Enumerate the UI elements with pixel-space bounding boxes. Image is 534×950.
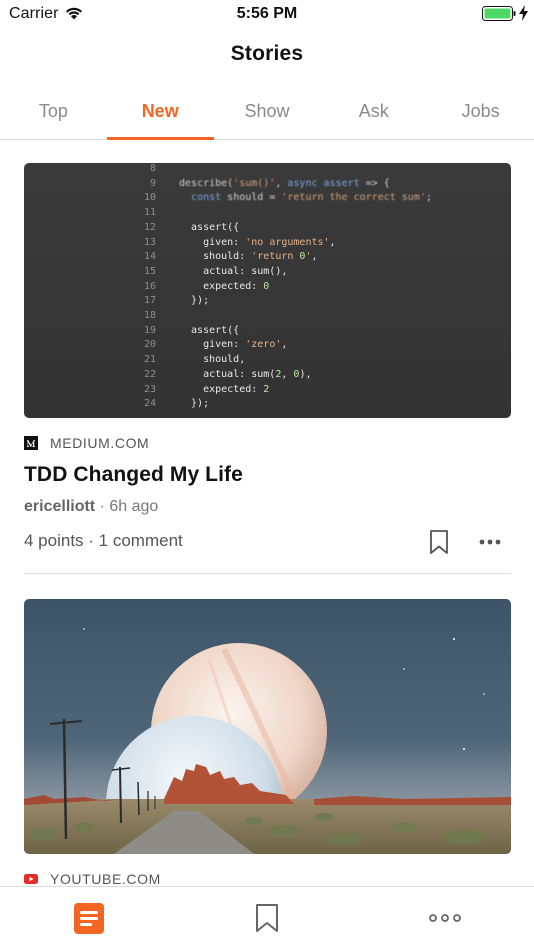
medium-logo-icon: [24, 436, 38, 450]
code-line-text: expected: 0: [179, 280, 270, 292]
story-card[interactable]: YOUTUBE.COM: [24, 599, 511, 886]
code-line-number: 15: [144, 265, 157, 277]
tab-jobs[interactable]: Jobs: [427, 88, 534, 139]
code-line-text: assert({: [179, 324, 240, 336]
story-thumbnail[interactable]: [24, 599, 511, 854]
story-comments: 1 comment: [98, 531, 183, 550]
code-line-number: 24: [144, 398, 157, 410]
source-domain: YOUTUBE.COM: [50, 871, 161, 886]
stats-separator: ·: [88, 531, 99, 550]
page-title: Stories: [230, 42, 304, 65]
code-line-text: assert({: [179, 221, 240, 233]
more-icon[interactable]: [429, 913, 461, 923]
bookmark-icon[interactable]: [255, 903, 279, 933]
battery-icon: [482, 6, 516, 21]
code-line-number: 13: [144, 236, 157, 248]
code-line-number: 21: [144, 354, 157, 366]
code-line-number: 16: [144, 280, 157, 292]
category-tabs: Top New Show Ask Jobs: [0, 88, 534, 140]
story-stats[interactable]: 4 points · 1 comment: [24, 531, 183, 551]
bookmark-icon[interactable]: [428, 529, 450, 555]
charging-icon: [519, 5, 528, 21]
story-source: YOUTUBE.COM: [24, 871, 511, 886]
code-line-text: given: 'zero',: [179, 339, 288, 351]
code-line-text: should,: [179, 354, 246, 366]
story-author[interactable]: ericelliott: [24, 498, 95, 515]
story-meta: ericelliott · 6h ago: [24, 498, 511, 516]
code-line-text: const should = 'return the correct sum';: [191, 192, 432, 204]
code-line-text: actual: sum(2, 0),: [179, 368, 312, 380]
code-line-number: 20: [144, 339, 157, 351]
more-options-icon[interactable]: [479, 537, 501, 547]
story-actions: 4 points · 1 comment: [24, 529, 511, 555]
code-line-text: should: 'return 0',: [179, 251, 318, 263]
code-line-text: actual: sum(),: [179, 265, 288, 277]
code-line-text: });: [179, 398, 210, 410]
meta-separator: ·: [99, 498, 110, 515]
story-points: 4 points: [24, 531, 84, 550]
stories-icon[interactable]: [74, 903, 104, 934]
story-card[interactable]: 8 9 describe('sum()', async assert => {10 …: [24, 163, 511, 555]
code-line-number: 17: [144, 295, 157, 307]
youtube-logo-icon: [24, 874, 38, 884]
status-bar: Carrier 5:56 PM: [0, 0, 534, 28]
tab-ask[interactable]: Ask: [320, 88, 427, 139]
story-feed[interactable]: 8 9 describe('sum()', async assert => {10 …: [0, 141, 534, 886]
tab-top[interactable]: Top: [0, 88, 107, 139]
story-thumbnail[interactable]: 8 9 describe('sum()', async assert => {10 …: [24, 163, 511, 418]
story-source: MEDIUM.COM: [24, 435, 511, 451]
story-time: 6h ago: [109, 498, 159, 515]
story-title[interactable]: TDD Changed My Life: [24, 463, 511, 487]
code-line-text: given: 'no arguments',: [179, 236, 336, 248]
story-divider: [24, 573, 511, 574]
code-line-text: describe('sum()', async assert => {: [179, 177, 390, 189]
tab-new[interactable]: New: [106, 88, 214, 140]
clock: 5:56 PM: [236, 5, 298, 22]
code-line-number: 23: [144, 383, 157, 395]
bottom-tab-bar: [0, 886, 534, 950]
desert-planets-image: [24, 599, 511, 854]
source-domain: MEDIUM.COM: [50, 435, 150, 451]
code-line-number: 8: [150, 163, 157, 174]
code-line-text: });: [179, 295, 210, 307]
code-line-number: 18: [144, 310, 157, 321]
tab-show[interactable]: Show: [214, 88, 321, 139]
code-line-number: 10: [144, 192, 157, 204]
code-line-number: 9: [150, 177, 157, 189]
code-line-number: 19: [144, 324, 157, 336]
code-line-number: 14: [144, 251, 157, 263]
code-line-number: 12: [144, 221, 157, 233]
code-line-text: expected: 2: [179, 383, 270, 395]
code-line-number: 11: [144, 207, 157, 219]
code-line-number: 22: [144, 368, 157, 380]
